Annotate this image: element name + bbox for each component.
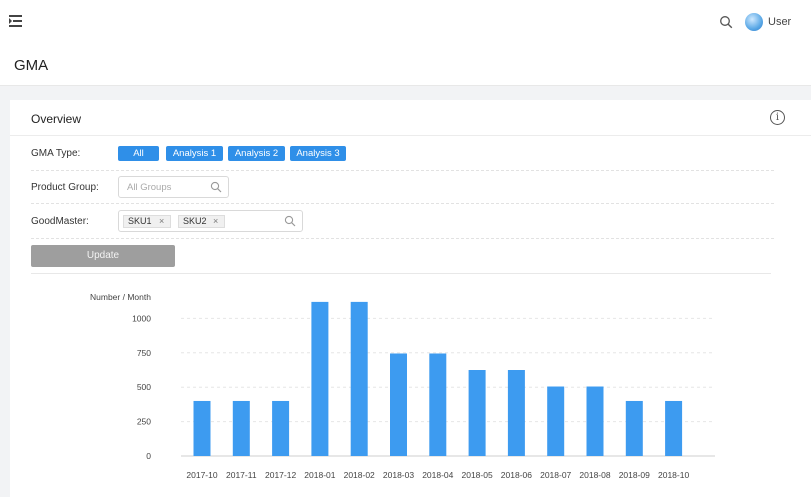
divider — [31, 170, 774, 171]
bar — [547, 386, 565, 456]
gma-type-analysis-2-button[interactable]: Analysis 2 — [228, 146, 285, 161]
x-tick-label: 2018-10 — [658, 470, 689, 480]
menu-icon[interactable] — [9, 15, 22, 27]
sku-tag: SKU2 × — [178, 215, 225, 228]
bar-chart: Number / Month 0 250 500 750 1000 2017-10 2017… — [90, 292, 715, 480]
page-title: GMA — [14, 57, 49, 74]
sku-tag-label: SKU1 — [128, 216, 152, 226]
sku-tag: SKU1 × — [123, 215, 171, 228]
gma-type-analysis-3-button[interactable]: Analysis 3 — [290, 146, 346, 161]
bar — [468, 370, 486, 456]
x-tick-label: 2018-01 — [304, 470, 335, 480]
top-bar: User — [0, 0, 811, 44]
bar — [586, 386, 604, 456]
product-group-label: Product Group: — [31, 182, 99, 193]
bar — [429, 353, 447, 456]
x-tick-label: 2018-07 — [540, 470, 571, 480]
x-tick-label: 2018-09 — [619, 470, 650, 480]
y-axis-label: Number / Month — [90, 292, 151, 302]
page-header: GMA — [0, 44, 811, 86]
bar — [232, 400, 250, 456]
product-group-placeholder: All Groups — [127, 182, 172, 193]
card-title: Overview — [31, 112, 82, 126]
bar — [311, 301, 329, 456]
x-tick-label: 2018-08 — [579, 470, 610, 480]
x-tick-label: 2018-05 — [461, 470, 492, 480]
x-tick-label: 2017-11 — [226, 470, 257, 480]
product-group-select[interactable]: All Groups — [118, 176, 229, 198]
sku-tag-label: SKU2 — [183, 216, 207, 226]
gma-type-analysis-1-button[interactable]: Analysis 1 — [166, 146, 223, 161]
x-tick-label: 2017-10 — [186, 470, 217, 480]
info-icon[interactable]: i — [770, 110, 785, 125]
bar — [193, 400, 211, 456]
divider — [31, 238, 774, 239]
bar — [350, 301, 368, 456]
y-tick-label: 250 — [137, 417, 151, 427]
close-icon[interactable]: × — [159, 216, 164, 227]
search-icon — [210, 181, 222, 193]
goodmaster-label: GoodMaster: — [31, 216, 89, 227]
goodmaster-select[interactable]: SKU1 × SKU2 × — [118, 210, 303, 232]
avatar[interactable] — [745, 13, 763, 31]
gma-type-label: GMA Type: — [31, 148, 81, 159]
y-tick-label: 500 — [137, 382, 151, 392]
y-tick-label: 1000 — [132, 313, 151, 323]
x-tick-label: 2018-04 — [422, 470, 453, 480]
bar — [665, 400, 683, 456]
divider — [31, 203, 774, 204]
gma-type-all-button[interactable]: All — [118, 146, 159, 161]
x-tick-label: 2018-06 — [501, 470, 532, 480]
y-tick-label: 750 — [137, 348, 151, 358]
search-icon[interactable] — [719, 15, 733, 29]
update-button[interactable]: Update — [31, 245, 175, 267]
search-icon — [284, 215, 296, 227]
x-tick-label: 2017-12 — [265, 470, 296, 480]
x-tick-label: 2018-03 — [383, 470, 414, 480]
bar — [390, 353, 407, 456]
bar — [272, 400, 290, 456]
divider — [10, 135, 811, 136]
bar — [507, 370, 525, 456]
x-tick-label: 2018-02 — [344, 470, 375, 480]
bar — [625, 400, 643, 456]
close-icon[interactable]: × — [213, 216, 218, 227]
y-tick-label: 0 — [146, 451, 151, 461]
user-menu-label[interactable]: User — [768, 16, 791, 28]
overview-card: Overview i GMA Type: All Analysis 1 Anal… — [10, 100, 811, 497]
